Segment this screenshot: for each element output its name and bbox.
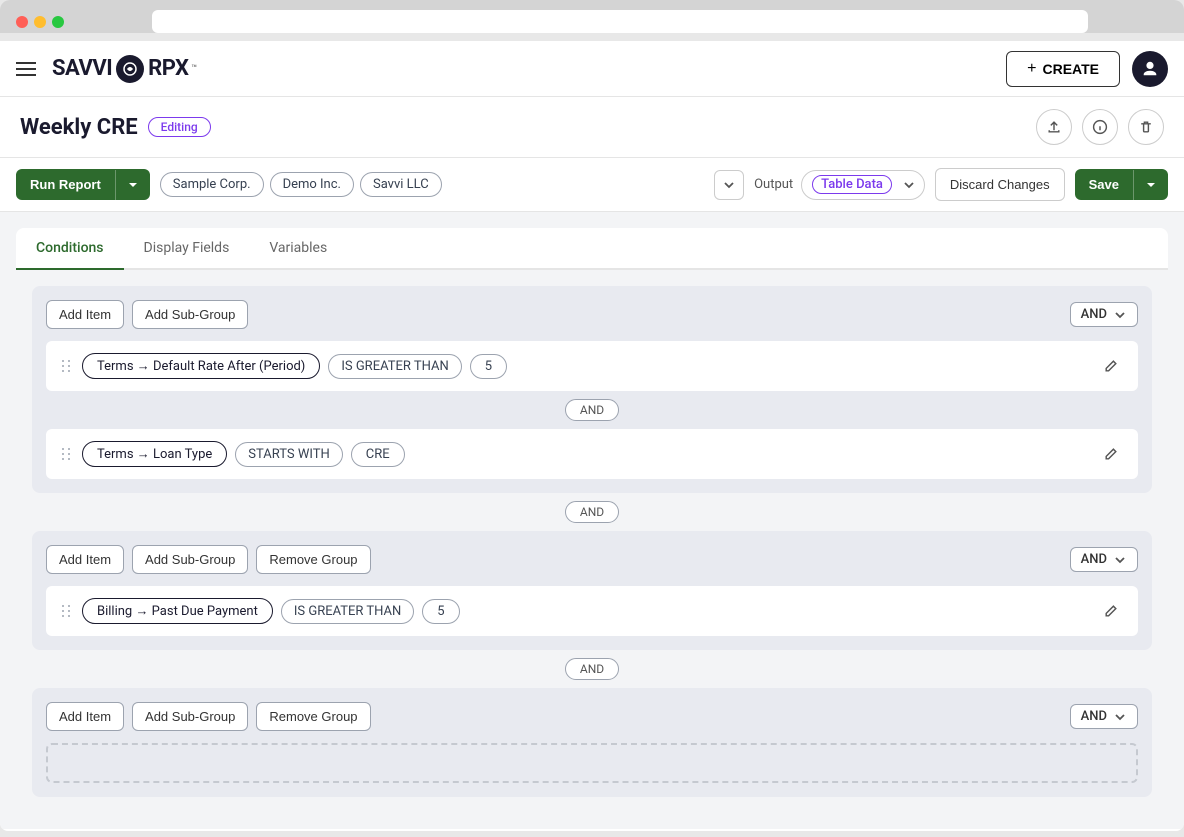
sub-group-2: Add Item Add Sub-Group Remove Group AND xyxy=(32,688,1152,797)
sub1-condition-field-0: Billing → Past Due Payment xyxy=(82,598,273,624)
and-badge: AND xyxy=(565,399,619,421)
and-badge-groups-1: AND xyxy=(565,501,619,523)
logo: SAVVI RPX ™ xyxy=(52,55,197,83)
output-value: Table Data xyxy=(812,175,892,194)
condition-field-0: Terms → Default Rate After (Period) xyxy=(82,353,320,379)
discard-changes-button[interactable]: Discard Changes xyxy=(935,168,1065,201)
output-chevron-icon xyxy=(898,174,920,196)
drag-handle-1[interactable] xyxy=(58,446,74,462)
sub-group-1: Add Item Add Sub-Group Remove Group AND … xyxy=(32,531,1152,650)
save-button[interactable]: Save xyxy=(1075,169,1168,200)
sub2-add-sub-group-button[interactable]: Add Sub-Group xyxy=(132,702,248,731)
tabs-container: Conditions Display Fields Variables xyxy=(16,228,1168,270)
output-section: Output Table Data xyxy=(754,170,925,200)
conditions-panel: Add Item Add Sub-Group AND Terms → Defau… xyxy=(16,270,1168,813)
condition-field-1: Terms → Loan Type xyxy=(82,441,227,467)
and-badge-between-rows-1: AND xyxy=(46,391,1138,429)
save-label: Save xyxy=(1075,169,1133,200)
logo-text-right: RPX xyxy=(148,56,188,81)
company-tag-0[interactable]: Sample Corp. xyxy=(160,172,264,197)
outer-add-sub-group-button[interactable]: Add Sub-Group xyxy=(132,300,248,329)
condition-row-0: Terms → Default Rate After (Period) IS G… xyxy=(46,341,1138,391)
condition-operator-0: IS GREATER THAN xyxy=(328,354,461,379)
condition-row-1: Terms → Loan Type STARTS WITH CRE xyxy=(46,429,1138,479)
drag-handle-0[interactable] xyxy=(58,358,74,374)
sub1-condition-value-0: 5 xyxy=(422,599,459,624)
info-button[interactable] xyxy=(1082,109,1118,145)
avatar-button[interactable] xyxy=(1132,51,1168,87)
sub1-remove-group-button[interactable]: Remove Group xyxy=(256,545,370,574)
logo-text-left: SAVVI xyxy=(52,56,112,81)
and-badge-groups-2: AND xyxy=(565,658,619,680)
delete-button[interactable] xyxy=(1128,109,1164,145)
sub1-and-label: AND xyxy=(1081,552,1107,567)
outer-add-item-button[interactable]: Add Item xyxy=(46,300,124,329)
address-bar[interactable]: savvi-rpx.com xyxy=(152,10,1088,33)
run-report-label: Run Report xyxy=(16,169,115,200)
hamburger-menu[interactable] xyxy=(16,62,36,76)
companies-dropdown[interactable] xyxy=(714,170,744,200)
outer-group-toolbar: Add Item Add Sub-Group AND xyxy=(46,300,1138,329)
tab-variables[interactable]: Variables xyxy=(249,228,347,270)
sub2-add-item-button[interactable]: Add Item xyxy=(46,702,124,731)
sub1-condition-operator-0: IS GREATER THAN xyxy=(281,599,414,624)
sub2-empty-area xyxy=(46,743,1138,783)
company-tags: Sample Corp. Demo Inc. Savvi LLC xyxy=(160,172,704,197)
sub1-edit-condition-0[interactable] xyxy=(1096,596,1126,626)
condition-operator-1: STARTS WITH xyxy=(235,442,342,467)
sub2-remove-group-button[interactable]: Remove Group xyxy=(256,702,370,731)
outer-and-label: AND xyxy=(1081,307,1107,322)
create-label: CREATE xyxy=(1042,61,1099,77)
editing-badge: Editing xyxy=(148,117,211,137)
company-tag-1[interactable]: Demo Inc. xyxy=(270,172,354,197)
share-button[interactable] xyxy=(1036,109,1072,145)
edit-condition-0[interactable] xyxy=(1096,351,1126,381)
sub1-condition-row-0: Billing → Past Due Payment IS GREATER TH… xyxy=(46,586,1138,636)
sub-group-2-toolbar: Add Item Add Sub-Group Remove Group AND xyxy=(46,702,1138,731)
tab-display-fields[interactable]: Display Fields xyxy=(124,228,250,270)
plus-icon: + xyxy=(1027,60,1036,78)
sub1-and-dropdown[interactable]: AND xyxy=(1070,547,1138,572)
sub1-drag-handle-0[interactable] xyxy=(58,603,74,619)
edit-condition-1[interactable] xyxy=(1096,439,1126,469)
condition-value-1: CRE xyxy=(351,442,405,467)
outer-and-dropdown[interactable]: AND xyxy=(1070,302,1138,327)
and-badge-between-groups-1: AND xyxy=(32,493,1152,531)
sub-group-1-toolbar: Add Item Add Sub-Group Remove Group AND xyxy=(46,545,1138,574)
tab-conditions[interactable]: Conditions xyxy=(16,228,124,270)
create-button[interactable]: + CREATE xyxy=(1006,51,1120,87)
sub2-and-label: AND xyxy=(1081,709,1107,724)
and-badge-between-groups-2: AND xyxy=(32,650,1152,688)
output-badge-wrap[interactable]: Table Data xyxy=(801,170,925,200)
sub1-add-item-button[interactable]: Add Item xyxy=(46,545,124,574)
save-dropdown[interactable] xyxy=(1133,170,1168,200)
condition-value-0: 5 xyxy=(470,354,507,379)
outer-group: Add Item Add Sub-Group AND Terms → Defau… xyxy=(32,286,1152,493)
company-tag-2[interactable]: Savvi LLC xyxy=(360,172,442,197)
sub2-and-dropdown[interactable]: AND xyxy=(1070,704,1138,729)
run-report-button[interactable]: Run Report xyxy=(16,169,150,200)
output-label: Output xyxy=(754,177,793,192)
page-title: Weekly CRE xyxy=(20,115,138,140)
sub1-add-sub-group-button[interactable]: Add Sub-Group xyxy=(132,545,248,574)
run-report-dropdown[interactable] xyxy=(115,170,150,200)
logo-icon xyxy=(116,55,144,83)
